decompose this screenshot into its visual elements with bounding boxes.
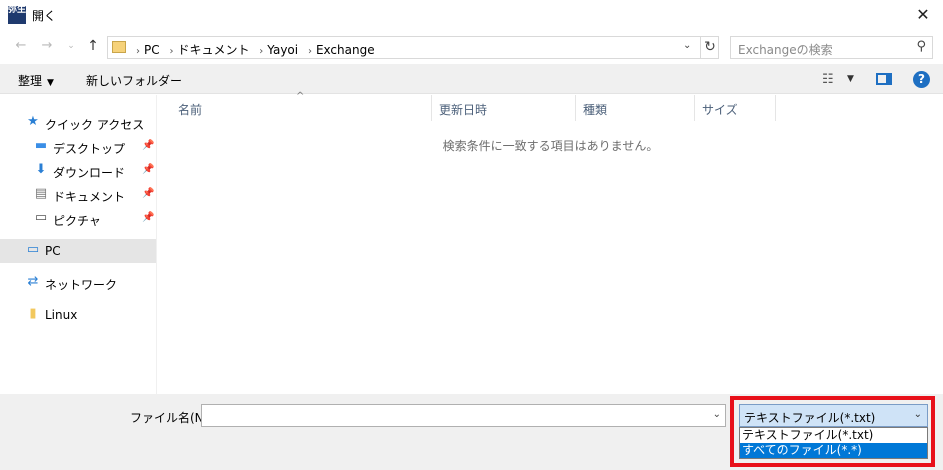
- refresh-button[interactable]: ↻: [700, 36, 719, 59]
- help-icon[interactable]: ?: [913, 71, 930, 88]
- column-divider[interactable]: [775, 95, 776, 121]
- column-header-type[interactable]: 種類: [583, 101, 607, 118]
- pin-icon: 📌: [142, 140, 155, 151]
- sidebar-item-label: ピクチャ: [53, 214, 101, 228]
- back-button[interactable]: ←: [12, 37, 30, 55]
- organize-button[interactable]: 整理 ▼: [18, 72, 54, 89]
- column-header-size[interactable]: サイズ: [702, 101, 738, 118]
- sidebar-item-label: クイック アクセス: [45, 118, 145, 132]
- breadcrumb-exchange[interactable]: Exchange: [316, 43, 375, 57]
- search-box[interactable]: Exchangeの検索 ⚲: [730, 36, 933, 59]
- sidebar-item-label: ネットワーク: [45, 278, 118, 292]
- annotation-highlight: [730, 396, 935, 467]
- sidebar-item-label: ドキュメント: [53, 190, 126, 204]
- breadcrumb-yayoi[interactable]: Yayoi: [267, 43, 298, 57]
- column-divider[interactable]: [431, 95, 432, 121]
- navigation-bar: ← → ⌄ ↑ › PC › ドキュメント › Yayoi › Exchange ⌄ ↻…: [0, 32, 943, 62]
- breadcrumb-separator: ›: [136, 46, 140, 57]
- pc-icon: ▭: [26, 242, 40, 257]
- up-button[interactable]: ↑: [84, 37, 102, 55]
- breadcrumb-separator: ›: [169, 46, 174, 57]
- chevron-down-icon: ▼: [47, 78, 54, 88]
- sidebar-item-documents[interactable]: ▤ ドキュメント 📌: [0, 183, 156, 207]
- sidebar-item-desktop[interactable]: ▬ デスクトップ 📌: [0, 135, 156, 159]
- column-header-modified[interactable]: 更新日時: [439, 101, 487, 118]
- folder-icon: [112, 41, 126, 53]
- forward-button[interactable]: →: [38, 37, 56, 55]
- view-options-icon[interactable]: ☷: [822, 72, 834, 87]
- sidebar-item-label: デスクトップ: [53, 142, 126, 156]
- column-divider[interactable]: [694, 95, 695, 121]
- folder-icon: ▮: [29, 306, 37, 321]
- address-bar[interactable]: › PC › ドキュメント › Yayoi › Exchange ⌄ ↻: [107, 36, 719, 59]
- pictures-icon: ▭: [34, 210, 48, 225]
- sidebar-item-quick-access[interactable]: ★ クイック アクセス: [0, 111, 156, 135]
- pin-icon: 📌: [142, 212, 155, 223]
- desktop-icon: ▬: [34, 138, 48, 153]
- address-dropdown-icon[interactable]: ⌄: [683, 40, 691, 51]
- new-folder-button[interactable]: 新しいフォルダー: [86, 72, 182, 89]
- file-list[interactable]: ^ 名前 更新日時 種類 サイズ 検索条件に一致する項目はありません。: [158, 91, 943, 394]
- close-button[interactable]: ✕: [903, 0, 943, 30]
- sidebar-item-pictures[interactable]: ▭ ピクチャ 📌: [0, 207, 156, 231]
- filename-input[interactable]: ⌄: [201, 404, 726, 427]
- column-header-name[interactable]: 名前: [178, 101, 202, 118]
- sidebar-item-pc[interactable]: ▭ PC: [0, 239, 156, 263]
- app-icon: 弥生: [8, 6, 26, 24]
- sort-up-icon: ^: [296, 91, 305, 102]
- sidebar-item-label: ダウンロード: [53, 166, 126, 180]
- document-icon: ▤: [34, 186, 48, 201]
- pin-icon: 📌: [142, 164, 155, 175]
- organize-label: 整理: [18, 74, 43, 88]
- sidebar-item-linux[interactable]: ▮ Linux: [0, 303, 156, 327]
- command-bar: 整理 ▼ 新しいフォルダー ☷ ▼ ?: [0, 64, 943, 94]
- pin-icon: 📌: [142, 188, 155, 199]
- search-icon[interactable]: ⚲: [916, 39, 926, 54]
- navigation-pane: ★ クイック アクセス ▬ デスクトップ 📌 ⬇ ダウンロード 📌 ▤ ドキュメ…: [0, 95, 157, 394]
- network-icon: ⇄: [27, 274, 39, 289]
- recent-locations-button[interactable]: ⌄: [62, 37, 80, 55]
- sidebar-item-label: PC: [45, 244, 61, 258]
- chevron-down-icon[interactable]: ⌄: [713, 409, 721, 420]
- search-placeholder: Exchangeの検索: [738, 43, 833, 57]
- preview-pane-icon[interactable]: [876, 73, 892, 85]
- chevron-down-icon[interactable]: ▼: [847, 74, 854, 84]
- sidebar-item-network[interactable]: ⇄ ネットワーク: [0, 271, 156, 295]
- download-icon: ⬇: [35, 162, 47, 177]
- breadcrumb-separator: ›: [307, 46, 312, 57]
- sidebar-item-label: Linux: [45, 308, 78, 322]
- window-title: 開く: [32, 9, 57, 23]
- column-divider[interactable]: [575, 95, 576, 121]
- title-bar: 弥生 開く ✕: [0, 0, 943, 30]
- breadcrumb: › PC › ドキュメント › Yayoi › Exchange: [134, 41, 379, 58]
- breadcrumb-documents[interactable]: ドキュメント: [177, 43, 249, 57]
- breadcrumb-separator: ›: [259, 46, 264, 57]
- sidebar-item-downloads[interactable]: ⬇ ダウンロード 📌: [0, 159, 156, 183]
- breadcrumb-pc[interactable]: PC: [144, 43, 160, 57]
- star-icon: ★: [27, 114, 39, 129]
- empty-message: 検索条件に一致する項目はありません。: [442, 139, 659, 153]
